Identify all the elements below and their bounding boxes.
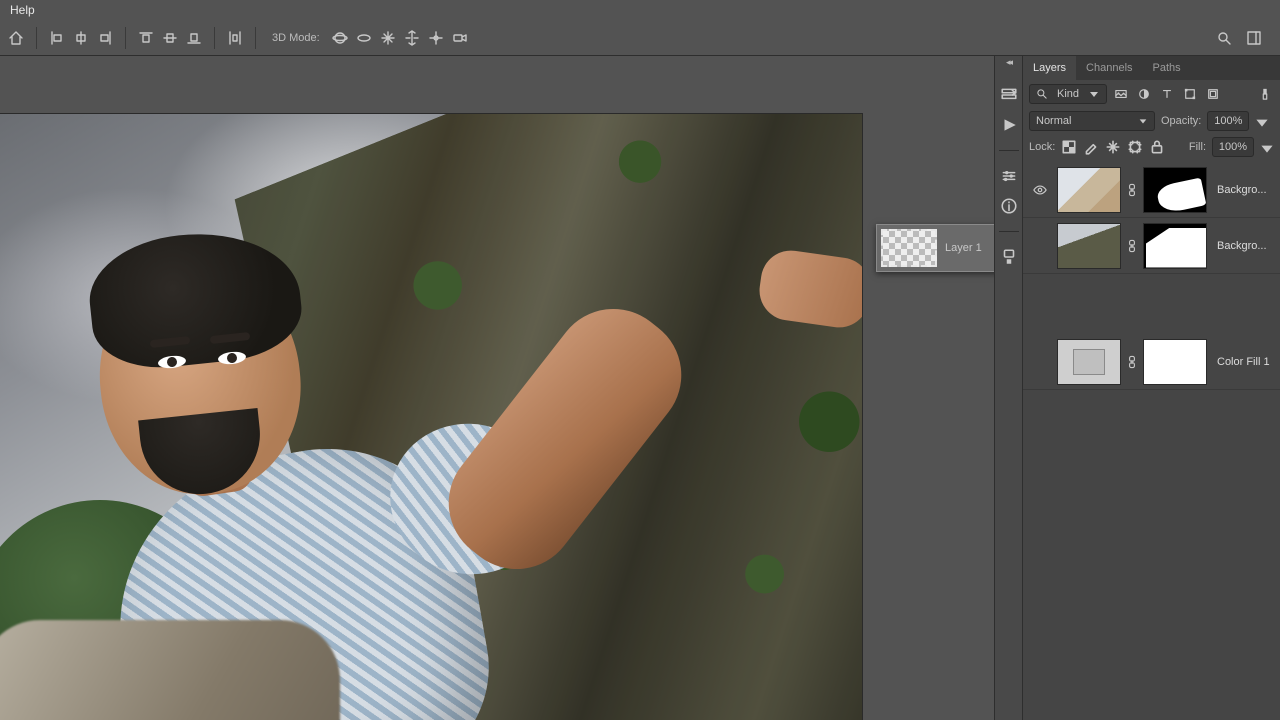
- filter-kind-label: Kind: [1057, 88, 1079, 100]
- layer-name[interactable]: Backgro...: [1211, 240, 1276, 252]
- mask-thumbnail[interactable]: [1143, 339, 1207, 385]
- lock-position-icon[interactable]: [1105, 139, 1121, 155]
- opacity-input[interactable]: 100%: [1207, 111, 1249, 131]
- fill-scrubby-icon[interactable]: [1260, 137, 1274, 157]
- align-bottom-icon[interactable]: [184, 28, 204, 48]
- drop-gap: [1023, 274, 1280, 334]
- blend-mode-value: Normal: [1036, 115, 1071, 127]
- fill-label: Fill:: [1189, 141, 1206, 153]
- menu-bar: Help: [0, 0, 1280, 20]
- layer-thumbnail[interactable]: [1057, 167, 1121, 213]
- visibility-toggle[interactable]: [1027, 183, 1053, 197]
- roll-icon[interactable]: [354, 28, 374, 48]
- layers-list: Backgro... Backgro... Color Fill 1: [1023, 160, 1280, 390]
- filter-kind-select[interactable]: Kind: [1029, 84, 1107, 104]
- tab-layers[interactable]: Layers: [1023, 56, 1076, 80]
- drag-layer-name: Layer 1: [945, 242, 982, 254]
- blend-row: Normal Opacity: 100%: [1023, 108, 1280, 134]
- opacity-label: Opacity:: [1161, 115, 1201, 127]
- mask-link-icon[interactable]: [1125, 183, 1139, 197]
- workspace-icon[interactable]: [1244, 28, 1264, 48]
- options-bar: 3D Mode:: [0, 20, 1280, 56]
- dock-collapse-handle[interactable]: ◂◂: [995, 56, 1022, 68]
- mask-thumbnail[interactable]: [1143, 223, 1207, 269]
- clone-source-panel-icon[interactable]: [1000, 248, 1018, 266]
- lock-label: Lock:: [1029, 141, 1055, 153]
- tab-channels[interactable]: Channels: [1076, 56, 1142, 80]
- search-icon[interactable]: [1214, 28, 1234, 48]
- camera-icon[interactable]: [450, 28, 470, 48]
- separator: [255, 27, 256, 49]
- opacity-scrubby-icon[interactable]: [1255, 111, 1269, 131]
- filter-smart-icon[interactable]: [1204, 85, 1222, 103]
- align-center-h-icon[interactable]: [71, 28, 91, 48]
- layer-name[interactable]: Backgro...: [1211, 184, 1276, 196]
- align-left-icon[interactable]: [47, 28, 67, 48]
- separator: [36, 27, 37, 49]
- lock-row: Lock: Fill: 100%: [1023, 134, 1280, 160]
- filter-adjust-icon[interactable]: [1135, 85, 1153, 103]
- layer-name[interactable]: Color Fill 1: [1211, 356, 1276, 368]
- separator: [214, 27, 215, 49]
- mask-thumbnail[interactable]: [1143, 167, 1207, 213]
- lock-artboard-icon[interactable]: [1127, 139, 1143, 155]
- layer-thumbnail[interactable]: [1057, 223, 1121, 269]
- distribute-icon[interactable]: [225, 28, 245, 48]
- layer-row[interactable]: Backgro...: [1023, 162, 1280, 218]
- filter-toggle-icon[interactable]: [1256, 85, 1274, 103]
- panel-tabs: Layers Channels Paths: [1023, 56, 1280, 80]
- tab-paths[interactable]: Paths: [1143, 56, 1191, 80]
- mask-link-icon[interactable]: [1125, 355, 1139, 369]
- align-top-icon[interactable]: [136, 28, 156, 48]
- properties-panel-icon[interactable]: [1000, 167, 1018, 185]
- document-canvas[interactable]: [0, 114, 862, 720]
- layers-panel: Layers Channels Paths Kind Normal Opacit…: [1022, 56, 1280, 720]
- mask-link-icon[interactable]: [1125, 239, 1139, 253]
- history-panel-icon[interactable]: [1000, 86, 1018, 104]
- collapsed-dock: ◂◂: [994, 56, 1022, 720]
- filter-shape-icon[interactable]: [1181, 85, 1199, 103]
- layer-row[interactable]: Color Fill 1: [1023, 334, 1280, 390]
- menu-help[interactable]: Help: [10, 3, 35, 17]
- canvas-rock: [0, 620, 340, 720]
- blend-mode-select[interactable]: Normal: [1029, 111, 1155, 131]
- align-right-icon[interactable]: [95, 28, 115, 48]
- drag-thumbnail: [881, 229, 937, 267]
- info-panel-icon[interactable]: [1000, 197, 1018, 215]
- scale-icon[interactable]: [426, 28, 446, 48]
- pan-icon[interactable]: [378, 28, 398, 48]
- mode-label: 3D Mode:: [266, 32, 326, 44]
- layer-row[interactable]: Backgro...: [1023, 218, 1280, 274]
- align-middle-v-icon[interactable]: [160, 28, 180, 48]
- lock-pixels-icon[interactable]: [1083, 139, 1099, 155]
- work-area: [0, 56, 1022, 720]
- layer-filter-row: Kind: [1023, 80, 1280, 108]
- lock-transparency-icon[interactable]: [1061, 139, 1077, 155]
- layer-thumbnail[interactable]: [1057, 339, 1121, 385]
- actions-panel-icon[interactable]: [1000, 116, 1018, 134]
- orbit-icon[interactable]: [330, 28, 350, 48]
- filter-type-icon[interactable]: [1158, 85, 1176, 103]
- fill-input[interactable]: 100%: [1212, 137, 1254, 157]
- slide-icon[interactable]: [402, 28, 422, 48]
- lock-all-icon[interactable]: [1149, 139, 1165, 155]
- filter-pixel-icon[interactable]: [1112, 85, 1130, 103]
- separator: [125, 27, 126, 49]
- home-icon[interactable]: [6, 28, 26, 48]
